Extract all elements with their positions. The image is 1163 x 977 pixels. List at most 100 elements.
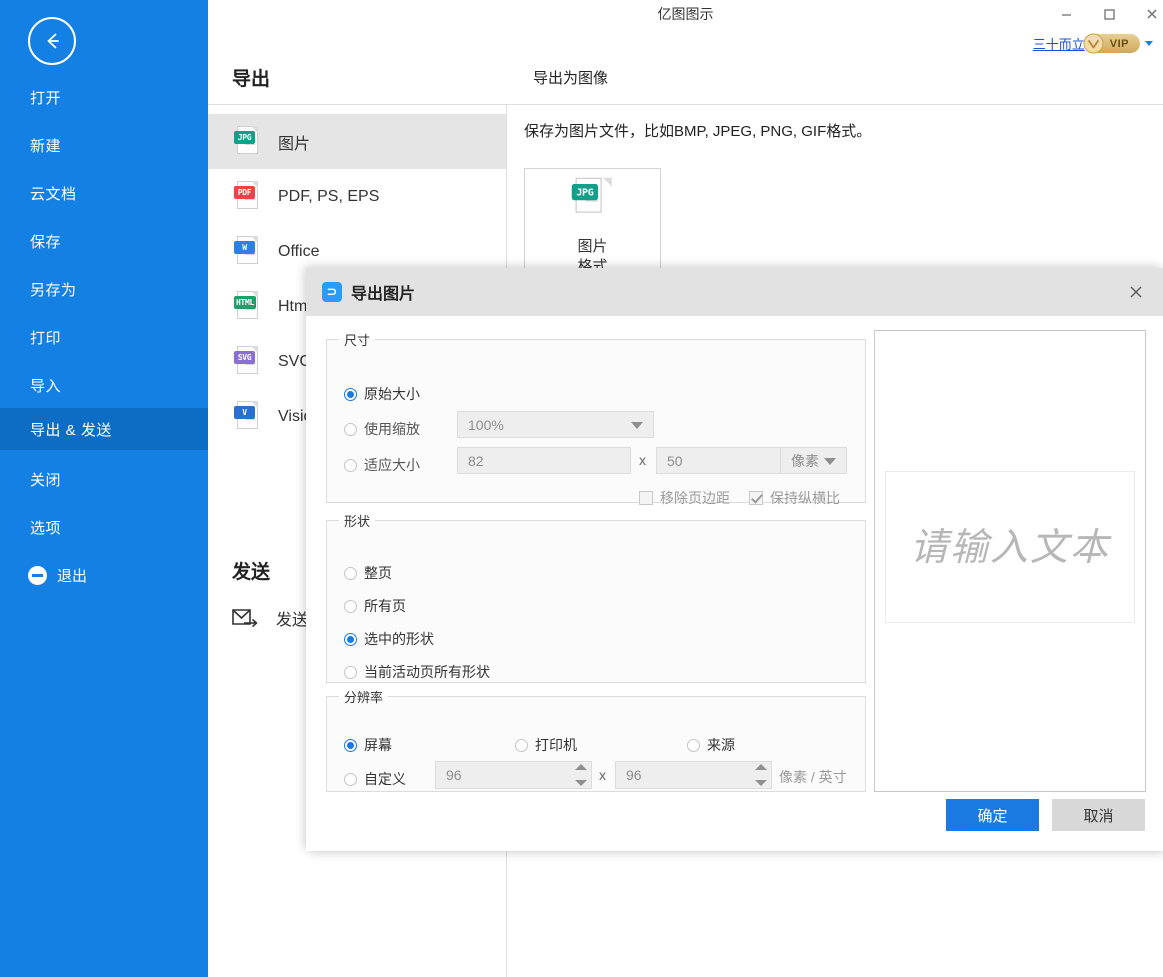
back-button[interactable] bbox=[28, 17, 76, 65]
remove-margin-checkbox[interactable]: 移除页边距 bbox=[639, 488, 730, 508]
app-title: 亿图图示 bbox=[657, 6, 714, 22]
radio-whole-page[interactable]: 整页 bbox=[344, 563, 392, 583]
ok-button[interactable]: 确定 bbox=[946, 799, 1039, 831]
format-icon-tag: SVG bbox=[234, 350, 255, 364]
sidebar-item-print[interactable]: 打印 bbox=[0, 316, 208, 358]
visio-file-icon: V bbox=[234, 400, 260, 433]
checkbox-indicator bbox=[639, 491, 653, 505]
sidebar-item-exit[interactable]: 退出 bbox=[0, 554, 208, 596]
sidebar-item-options[interactable]: 选项 bbox=[0, 506, 208, 548]
format-icon-tag: JPG bbox=[234, 130, 255, 144]
dpi-x-stepper[interactable] bbox=[575, 764, 587, 786]
cancel-button[interactable]: 取消 bbox=[1052, 799, 1145, 831]
radio-use-scale[interactable]: 使用缩放 bbox=[344, 419, 420, 439]
backstage-sidebar: 打开 新建 云文档 保存 另存为 打印 导入 导出 & 发送 关闭 选项 退出 bbox=[0, 0, 208, 977]
format-item-image[interactable]: JPG 图片 bbox=[208, 114, 506, 169]
sidebar-item-import[interactable]: 导入 bbox=[0, 364, 208, 406]
dialog-close-icon[interactable] bbox=[1121, 277, 1151, 307]
sidebar-item-label: 导出 & 发送 bbox=[30, 421, 112, 439]
sidebar-item-close[interactable]: 关闭 bbox=[0, 458, 208, 500]
sidebar-item-save-as[interactable]: 另存为 bbox=[0, 268, 208, 310]
sidebar-item-new[interactable]: 新建 bbox=[0, 124, 208, 166]
account-name[interactable]: 三十而立 bbox=[1033, 34, 1085, 53]
radio-label: 选中的形状 bbox=[364, 631, 434, 647]
format-item-pdf[interactable]: PDF PDF, PS, EPS bbox=[208, 169, 506, 224]
header-divider bbox=[208, 104, 1163, 105]
sidebar-item-label: 打开 bbox=[30, 89, 62, 107]
radio-label: 使用缩放 bbox=[364, 421, 420, 437]
custom-dpi-y-input[interactable]: 96 bbox=[615, 761, 772, 789]
sidebar-item-label: 关闭 bbox=[30, 471, 62, 489]
vip-badge[interactable]: VIP bbox=[1083, 33, 1140, 54]
size-group-legend: 尺寸 bbox=[344, 333, 371, 348]
sidebar-item-save[interactable]: 保存 bbox=[0, 220, 208, 262]
sidebar-item-label: 新建 bbox=[30, 137, 62, 155]
radio-indicator bbox=[344, 772, 357, 786]
radio-indicator bbox=[344, 599, 357, 613]
send-by-email-item[interactable]: 发送 bbox=[232, 606, 308, 630]
radio-indicator bbox=[344, 738, 357, 752]
checkbox-indicator bbox=[749, 491, 763, 505]
sidebar-item-label: 另存为 bbox=[30, 281, 77, 299]
radio-original-size[interactable]: 原始大小 bbox=[344, 384, 420, 404]
jpg-file-icon: JPG bbox=[234, 125, 260, 158]
fit-width-input[interactable]: 82 bbox=[457, 447, 631, 474]
chevron-down-icon[interactable] bbox=[1145, 41, 1153, 46]
word-file-icon: W bbox=[234, 235, 260, 268]
format-icon-tag: V bbox=[234, 405, 255, 419]
size-group: 尺寸 原始大小 使用缩放 100% 适应大小 82 x 50 像素 移除页边距 … bbox=[326, 330, 866, 506]
custom-dpi-x-input[interactable]: 96 bbox=[435, 761, 592, 789]
radio-label: 来源 bbox=[707, 737, 735, 753]
sidebar-item-label: 选项 bbox=[30, 519, 62, 537]
sidebar-item-label: 打印 bbox=[30, 329, 62, 347]
sidebar-item-open[interactable]: 打开 bbox=[0, 76, 208, 118]
page-subtitle: 导出为图像 bbox=[533, 70, 609, 87]
fit-width-value: 82 bbox=[468, 452, 484, 469]
page-title: 导出 bbox=[232, 69, 271, 90]
radio-selected-shapes[interactable]: 选中的形状 bbox=[344, 629, 434, 649]
close-icon[interactable] bbox=[1131, 0, 1163, 28]
scale-select[interactable]: 100% bbox=[457, 411, 654, 438]
app-logo-icon: ⊃ bbox=[322, 282, 342, 302]
radio-indicator bbox=[344, 632, 357, 646]
chevron-down-icon bbox=[824, 457, 836, 465]
sidebar-item-cloud-doc[interactable]: 云文档 bbox=[0, 172, 208, 214]
radio-label: 屏幕 bbox=[364, 737, 392, 753]
keep-aspect-ratio-checkbox[interactable]: 保持纵横比 bbox=[749, 488, 840, 508]
shape-group-legend: 形状 bbox=[344, 514, 371, 529]
radio-indicator bbox=[344, 458, 357, 472]
radio-resolution-source[interactable]: 来源 bbox=[687, 735, 735, 755]
scale-select-value: 100% bbox=[468, 416, 504, 433]
dpi-unit-label: 像素 / 英寸 bbox=[779, 769, 847, 785]
app-window: 打开 新建 云文档 保存 另存为 打印 导入 导出 & 发送 关闭 选项 退出 … bbox=[0, 0, 1163, 977]
maximize-icon[interactable] bbox=[1088, 0, 1130, 28]
preview-shape: 请输入文本 bbox=[885, 471, 1135, 623]
checkbox-label: 保持纵横比 bbox=[770, 490, 840, 506]
radio-label: 所有页 bbox=[364, 598, 406, 614]
radio-active-page-shapes[interactable]: 当前活动页所有形状 bbox=[344, 662, 490, 682]
sidebar-item-export-send[interactable]: 导出 & 发送 bbox=[0, 408, 208, 450]
format-icon-tag: W bbox=[234, 240, 255, 254]
radio-all-pages[interactable]: 所有页 bbox=[344, 596, 406, 616]
custom-dpi-x-value: 96 bbox=[446, 767, 462, 783]
format-description: 保存为图片文件，比如BMP, JPEG, PNG, GIF格式。 bbox=[524, 123, 872, 140]
vip-label: VIP bbox=[1109, 37, 1129, 50]
dpi-y-stepper[interactable] bbox=[755, 764, 767, 786]
radio-indicator bbox=[515, 738, 528, 752]
sidebar-item-label: 导入 bbox=[30, 377, 62, 395]
sidebar-item-label: 保存 bbox=[30, 233, 62, 251]
minimize-icon[interactable] bbox=[1045, 0, 1087, 28]
radio-resolution-printer[interactable]: 打印机 bbox=[515, 735, 577, 755]
format-card-tag: JPG bbox=[571, 184, 598, 201]
radio-label: 整页 bbox=[364, 565, 392, 581]
jpg-card-icon: JPG bbox=[571, 177, 614, 231]
size-unit-select[interactable]: 像素 bbox=[780, 447, 847, 474]
radio-fit-size[interactable]: 适应大小 bbox=[344, 455, 420, 475]
resolution-multiply-symbol: x bbox=[599, 767, 606, 783]
radio-label: 自定义 bbox=[364, 771, 406, 787]
resolution-group: 分辨率 屏幕 打印机 来源 自定义 96 x 96 像素 / 英寸 bbox=[326, 687, 866, 792]
radio-indicator bbox=[344, 422, 357, 436]
send-item-label: 发送 bbox=[276, 612, 309, 629]
radio-resolution-screen[interactable]: 屏幕 bbox=[344, 735, 392, 755]
radio-resolution-custom[interactable]: 自定义 bbox=[344, 769, 406, 789]
